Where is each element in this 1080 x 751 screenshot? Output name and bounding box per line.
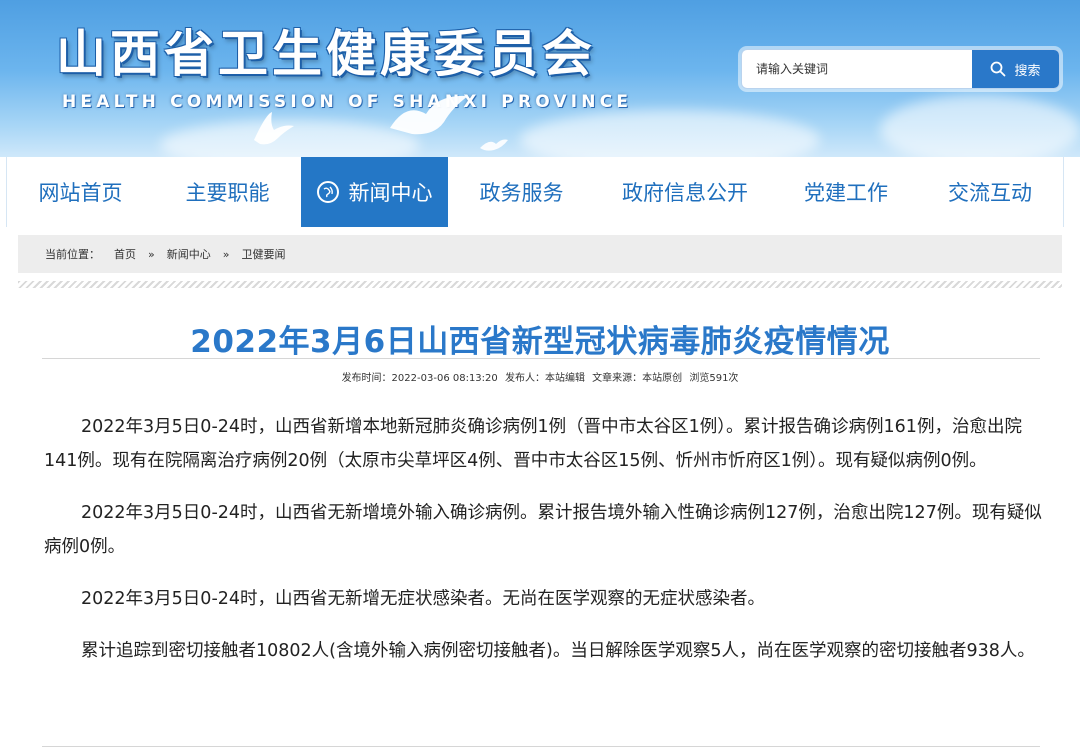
- article-paragraph: 2022年3月5日0-24时，山西省无新增无症状感染者。无尚在医学观察的无症状感…: [81, 589, 766, 609]
- nav-item-label: 政府信息公开: [622, 181, 748, 205]
- article-body: 2022年3月5日0-24时，山西省新增本地新冠肺炎确诊病例1例（晋中市太谷区1…: [44, 410, 1044, 686]
- dove-icon: [254, 112, 294, 145]
- search-icon: [991, 61, 1006, 77]
- dove-icon: [480, 139, 508, 151]
- breadcrumb-link-home[interactable]: 首页: [114, 246, 136, 262]
- nav-item-home[interactable]: 网站首页: [7, 157, 154, 227]
- publisher: 发布人：本站编辑: [504, 373, 585, 384]
- nav-item-label: 交流互动: [948, 181, 1032, 205]
- article-meta: 发布时间：2022-03-06 08:13:20 发布人：本站编辑 文章来源：本…: [0, 369, 1080, 384]
- dove-icon: [390, 95, 468, 135]
- breadcrumb-separator: »: [148, 247, 155, 261]
- article-paragraph: 累计追踪到密切接触者10802人(含境外输入病例密切接触者)。当日解除医学观察5…: [81, 641, 1035, 661]
- breadcrumb-prefix: 当前位置：: [45, 248, 100, 261]
- search-button-label: 搜索: [1014, 63, 1041, 79]
- site-logo-english: HEALTH COMMISSION OF SHANXI PROVINCE: [62, 92, 633, 112]
- breadcrumb-link-health-news[interactable]: 卫健要闻: [241, 246, 285, 262]
- article-paragraph: 2022年3月5日0-24时，山西省新增本地新冠肺炎确诊病例1例（晋中市太谷区1…: [44, 417, 1022, 471]
- nav-item-news-center[interactable]: 新闻中心: [301, 157, 448, 227]
- nav-item-gov-services[interactable]: 政务服务: [448, 157, 595, 227]
- nav-item-party-building[interactable]: 党建工作: [775, 157, 917, 227]
- site-logo-chinese[interactable]: 山西省卫生健康委员会: [56, 14, 596, 86]
- article-title: 2022年3月6日山西省新型冠状病毒肺炎疫情情况: [190, 324, 890, 360]
- article-source: 文章来源：本站原创: [592, 373, 683, 384]
- nav-item-label: 网站首页: [38, 181, 123, 205]
- breadcrumb-separator: »: [222, 247, 230, 261]
- site-header: 山西省卫生健康委员会 HEALTH COMMISSION OF SHANXI P…: [0, 0, 1080, 157]
- nav-item-label: 党建工作: [804, 181, 888, 205]
- view-count: 浏览591次: [689, 373, 739, 384]
- nav-item-interaction[interactable]: 交流互动: [917, 157, 1063, 227]
- cloud-decoration: [520, 110, 820, 157]
- nav-item-label: 政务服务: [479, 181, 564, 205]
- nav-item-label: 主要职能: [185, 181, 270, 205]
- search-input[interactable]: [742, 50, 978, 88]
- divider: [42, 746, 1040, 747]
- article-paragraph: 2022年3月5日0-24时，山西省无新增境外输入确诊病例。累计报告境外输入性确…: [44, 503, 1042, 557]
- publish-time: 发布时间：2022-03-06 08:13:20: [341, 373, 498, 384]
- search-button[interactable]: 搜索: [972, 50, 1059, 88]
- cloud-decoration: [880, 95, 1080, 157]
- globe-icon: [316, 181, 339, 203]
- nav-item-info-disclosure[interactable]: 政府信息公开: [595, 157, 775, 227]
- nav-item-functions[interactable]: 主要职能: [154, 157, 301, 227]
- search-box: 搜索: [741, 49, 1060, 89]
- nav-item-label: 新闻中心: [348, 181, 433, 205]
- divider: [18, 281, 1062, 288]
- main-nav: 网站首页 主要职能 新闻中心 政务服务 政府信息公开 党建工作 交流互动: [6, 157, 1064, 227]
- divider: [42, 358, 1040, 359]
- breadcrumb: 当前位置： 首页 » 新闻中心 » 卫健要闻: [18, 235, 1062, 273]
- breadcrumb-link-news-center[interactable]: 新闻中心: [167, 246, 211, 262]
